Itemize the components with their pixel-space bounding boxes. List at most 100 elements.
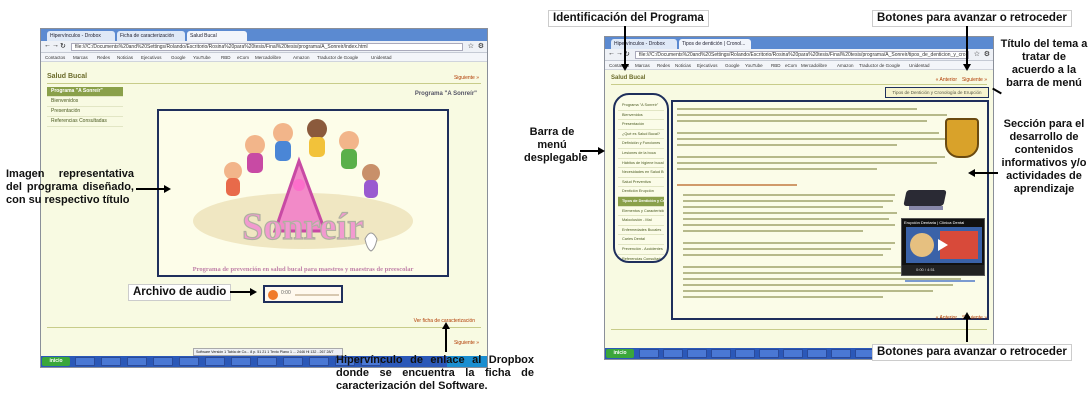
url-field[interactable]: file:///C:/Documents%20and%20Settings/Ro…: [635, 51, 969, 59]
video-controls[interactable]: 0:00 / 4:51: [902, 265, 984, 275]
taskbar-button[interactable]: [153, 357, 173, 366]
menu-item[interactable]: Presentación: [618, 120, 664, 130]
taskbar-button[interactable]: [257, 357, 277, 366]
menu-item[interactable]: Prevención - Accidentes: [618, 245, 664, 255]
menu-item[interactable]: Bienvenidos: [618, 111, 664, 121]
prev-button-top[interactable]: « Anterior: [936, 77, 957, 83]
taskbar-button[interactable]: [75, 357, 95, 366]
tab-dropbox[interactable]: Hipervínculos - Drobox: [611, 39, 677, 49]
tab-ficha[interactable]: Ficha de caracterización: [117, 31, 185, 41]
taskbar-button[interactable]: [309, 357, 329, 366]
bookmark-item[interactable]: Redes: [657, 62, 670, 69]
taskbar-button[interactable]: [711, 349, 731, 358]
star-icon[interactable]: ☆: [974, 50, 980, 58]
menu-item[interactable]: Referencias Consultadas: [618, 255, 664, 262]
video-play-icon[interactable]: [938, 239, 948, 251]
bookmark-item[interactable]: Noticias: [117, 54, 133, 61]
taskbar-button[interactable]: [687, 349, 707, 358]
menu-item[interactable]: Dentición Erupción: [618, 187, 664, 197]
bookmark-item[interactable]: Unidentad: [909, 62, 930, 69]
bookmark-item[interactable]: YouTube: [745, 62, 763, 69]
bookmark-item[interactable]: Google: [171, 54, 186, 61]
menu-item[interactable]: Lesiones de la boca: [618, 149, 664, 159]
menu-item[interactable]: ¿Qué es Salud Bucal?: [618, 130, 664, 140]
taskbar-button[interactable]: [101, 357, 121, 366]
bookmark-item[interactable]: Ejecutivos: [141, 54, 162, 61]
next-button-top[interactable]: Siguiente »: [454, 75, 479, 81]
annotation-audio: Archivo de audio: [128, 284, 232, 301]
text-line: [677, 156, 945, 158]
bookmark-item[interactable]: Noticias: [675, 62, 691, 69]
bookmark-item[interactable]: Mercadolibre: [255, 54, 281, 61]
menu-item[interactable]: Definición y Funciones: [618, 139, 664, 149]
taskbar-button[interactable]: [831, 349, 851, 358]
gear-icon[interactable]: ⚙: [478, 42, 484, 50]
taskbar-button[interactable]: [663, 349, 683, 358]
menu-item-programa[interactable]: Programa "A Sonreír": [47, 87, 123, 97]
taskbar-button[interactable]: [639, 349, 659, 358]
menu-item[interactable]: Enfermedades Bucales: [618, 226, 664, 236]
bookmark-item[interactable]: Amazon: [837, 62, 854, 69]
forward-arrow-icon[interactable]: →: [52, 42, 59, 49]
menu-item[interactable]: Elementos y Características: [618, 207, 664, 217]
audio-player[interactable]: 0:00: [263, 285, 343, 303]
back-arrow-icon[interactable]: ←: [608, 50, 615, 57]
taskbar-button[interactable]: [127, 357, 147, 366]
star-icon[interactable]: ☆: [468, 42, 474, 50]
menu-item[interactable]: Programa "A Sonreír": [618, 101, 664, 111]
url-field[interactable]: file:///C:/Documents%20and%20Settings/Ro…: [71, 43, 463, 51]
video-player[interactable]: Erupción Dentaria | Clínica Dental 0:00 …: [901, 218, 985, 276]
bookmark-item[interactable]: Traductor de Google: [317, 54, 358, 61]
taskbar-button[interactable]: [807, 349, 827, 358]
menu-item[interactable]: Salud Preventiva: [618, 178, 664, 188]
taskbar-button[interactable]: [759, 349, 779, 358]
menu-item[interactable]: Necesidades en Salud Bucal: [618, 168, 664, 178]
taskbar-button[interactable]: [179, 357, 199, 366]
bookmark-item[interactable]: Amazon: [293, 54, 310, 61]
menu-item-bienvenidos[interactable]: Bienvenidos: [47, 97, 123, 107]
next-button-top[interactable]: Siguiente »: [962, 77, 987, 83]
bookmark-item[interactable]: RBD: [221, 54, 231, 61]
menu-item-active[interactable]: Tipos de Dentición y Cronología de Erupc…: [618, 196, 664, 207]
bookmark-item[interactable]: YouTube: [193, 54, 211, 61]
tab-salud-bucal[interactable]: Salud Bucal: [187, 31, 247, 41]
bookmark-item[interactable]: Marcas: [635, 62, 650, 69]
taskbar-button[interactable]: [283, 357, 303, 366]
taskbar-button[interactable]: [231, 357, 251, 366]
bookmark-item[interactable]: eCom: [785, 62, 797, 69]
tab-dropbox[interactable]: Hipervínculos - Drobox: [47, 31, 115, 41]
menu-item-presentacion[interactable]: Presentación: [47, 107, 123, 117]
bookmark-item[interactable]: Mercadolibre: [801, 62, 827, 69]
bookmark-item[interactable]: Traductor de Google: [859, 62, 900, 69]
bookmark-item[interactable]: Contactos: [45, 54, 65, 61]
program-image-box: Sonreír Programa de prevención en salud …: [157, 109, 449, 277]
menu-item[interactable]: Hábitos de higiene bucal: [618, 159, 664, 169]
annotation-program-id: Identificación del Programa: [548, 10, 709, 27]
taskbar-button[interactable]: [783, 349, 803, 358]
taskbar-button[interactable]: [735, 349, 755, 358]
prev-button-bottom[interactable]: « Anterior: [936, 315, 957, 321]
tab-tipos-denticion[interactable]: Tipos de dentición | Cronol...: [679, 39, 751, 49]
next-button-bottom[interactable]: Siguiente »: [454, 340, 479, 346]
reload-icon[interactable]: ↻: [60, 42, 66, 50]
bookmark-item[interactable]: Ejecutivos: [697, 62, 718, 69]
menu-item[interactable]: Maloclusión - Mal: [618, 216, 664, 226]
play-icon[interactable]: [268, 290, 278, 300]
bookmark-item[interactable]: RBD: [771, 62, 781, 69]
menu-item[interactable]: Caries Dental: [618, 235, 664, 245]
windows-start-icon[interactable]: inicio: [606, 349, 634, 358]
windows-start-icon[interactable]: inicio: [42, 357, 70, 366]
text-line: [683, 248, 891, 250]
video-thumb-face: [910, 233, 934, 257]
back-arrow-icon[interactable]: ←: [44, 42, 51, 49]
bookmark-item[interactable]: eCom: [237, 54, 249, 61]
bookmark-item[interactable]: Marcas: [73, 54, 88, 61]
forward-arrow-icon[interactable]: →: [616, 50, 623, 57]
audio-progress[interactable]: [295, 294, 339, 296]
gear-icon[interactable]: ⚙: [984, 50, 990, 58]
bookmark-item[interactable]: Unidentad: [371, 54, 392, 61]
menu-item-referencias[interactable]: Referencias Consultadas: [47, 117, 123, 127]
bookmark-item[interactable]: Google: [725, 62, 740, 69]
bookmark-item[interactable]: Redes: [97, 54, 110, 61]
taskbar-button[interactable]: [205, 357, 225, 366]
